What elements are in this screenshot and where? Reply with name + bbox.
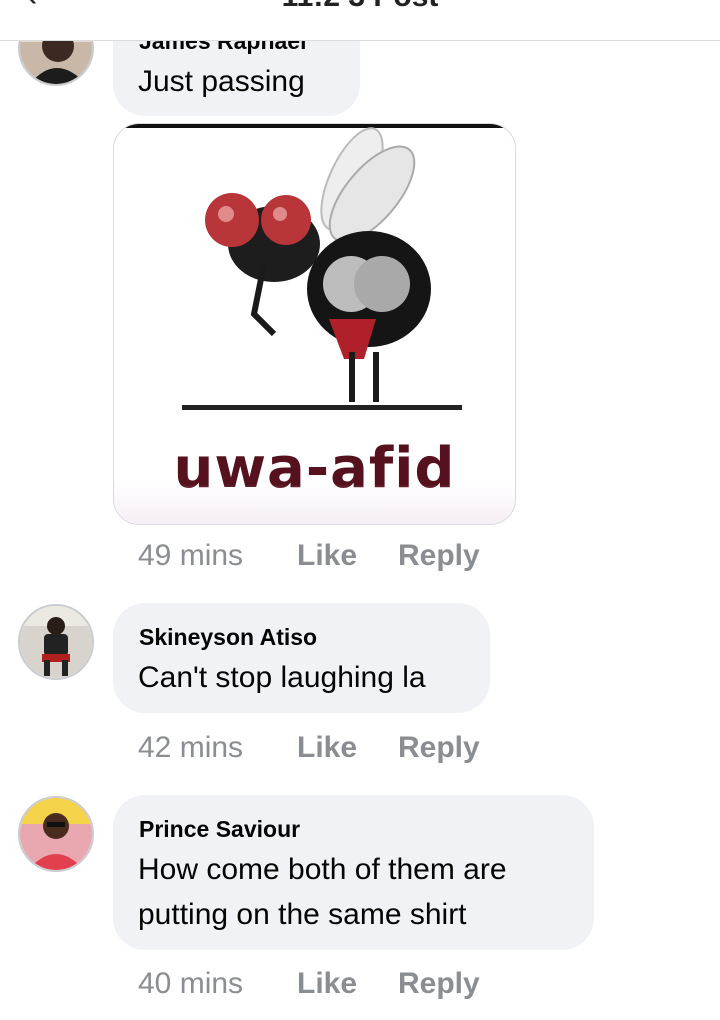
comment-time[interactable]: 42 mins: [138, 731, 243, 765]
comment-text: Just passing: [138, 65, 305, 98]
comment-text-line-2: putting on the same shirt: [138, 898, 467, 931]
comment-author[interactable]: Skineyson Atiso: [139, 624, 317, 651]
top-bar: ‹ 11:2 3 Post: [0, 0, 720, 41]
reply-button[interactable]: Reply: [398, 967, 480, 1001]
like-button[interactable]: Like: [297, 539, 357, 573]
image-fade: [114, 484, 515, 524]
comment-time[interactable]: 49 mins: [138, 539, 243, 573]
comment-bubble: Skineyson Atiso Can't stop laughing la: [113, 603, 490, 713]
comment-author[interactable]: Prince Saviour: [139, 816, 300, 843]
comment-text: Can't stop laughing la: [138, 661, 426, 694]
avatar-photo-icon: [20, 606, 92, 678]
comment-time[interactable]: 40 mins: [138, 967, 243, 1001]
comment-actions: 40 mins Like Reply: [138, 967, 538, 1007]
comment-actions: 42 mins Like Reply: [138, 731, 538, 771]
avatar[interactable]: [18, 796, 94, 872]
comment-bubble: Prince Saviour How come both of them are…: [113, 795, 594, 950]
reply-button[interactable]: Reply: [398, 539, 480, 573]
comment-text-line-1: How come both of them are: [138, 853, 507, 886]
comment-image[interactable]: uwa-afid: [113, 123, 516, 525]
like-button[interactable]: Like: [297, 967, 357, 1001]
comment-actions: 49 mins Like Reply: [138, 539, 538, 579]
avatar-photo-icon: [20, 798, 92, 870]
like-button[interactable]: Like: [297, 731, 357, 765]
page-title: 11:2 3 Post: [0, 0, 720, 14]
avatar[interactable]: [18, 604, 94, 680]
reply-button[interactable]: Reply: [398, 731, 480, 765]
